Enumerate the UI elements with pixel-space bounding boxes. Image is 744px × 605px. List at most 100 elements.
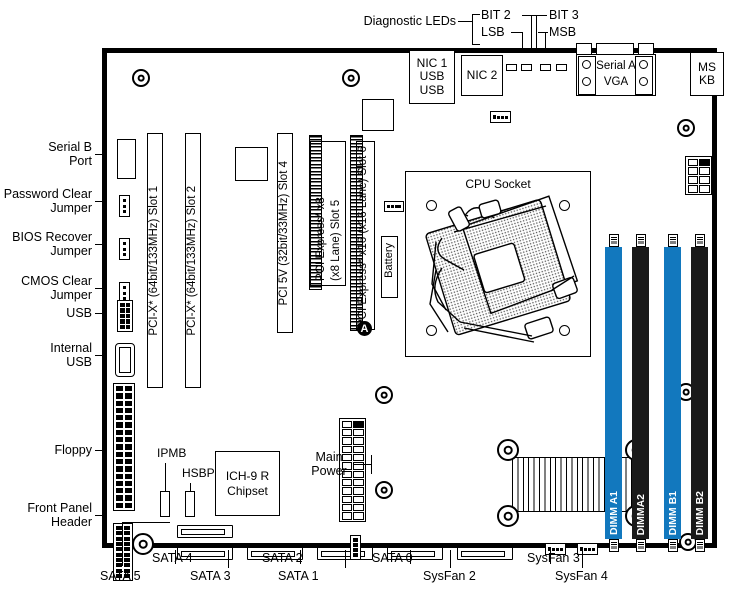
cmos-clear-label: CMOS Clear Jumper [21,274,92,302]
pcix-slot1-label: PCI-X* (64bit/133MHz) Slot 1 [148,185,161,336]
internal-usb-connector[interactable] [115,343,135,377]
leader-sata5-v [122,522,123,566]
leader-msb-h [538,32,548,33]
diagnostic-leds-label: Diagnostic LEDs [363,14,456,28]
pci-slot4-label: PCI 5V (32bit/33MHz) Slot 4 [278,160,291,306]
io-port-serial-a-vga[interactable]: Serial A VGA [576,43,656,96]
dimm-b2[interactable]: DIMM B2 [691,234,708,552]
dimm-a2-label: DIMMA2 [634,493,647,535]
dimm-a1-clip-bottom [608,539,619,552]
dimm-a2-clip-bottom [635,539,646,552]
leader-sata3 [228,550,229,568]
pcix-slot1[interactable]: PCI-X* (64bit/133MHz) Slot 1 [147,133,163,388]
diagnostic-led-bit2 [521,64,532,71]
cpu-socket-area: CPU Socket [405,171,591,357]
msb-label: MSB [549,25,577,39]
leader-diag-1 [458,21,472,22]
io-port-nic2[interactable]: NIC 2 [461,55,503,96]
sata2-label: SATA 2 [262,551,303,565]
password-clear-jumper[interactable] [119,195,130,217]
dimm-a1-clip-top [608,234,619,247]
usb-header[interactable] [117,300,133,332]
leader-sysfan4 [582,550,583,568]
sysfan1-header[interactable] [490,111,511,123]
cpu-socket-graphic [425,195,579,343]
mount-hole-bl [132,533,154,555]
leader-diag-3 [472,14,480,15]
serial-b-port-label: Serial B Port [48,140,92,168]
sata1-label: SATA 1 [278,569,319,583]
bios-recover-jumper[interactable] [119,238,130,260]
cpu-power-connector[interactable] [685,156,712,195]
motherboard-diagram: Diagnostic LEDs BIT 2 LSB BIT 3 MSB Inte… [0,0,744,605]
leader-mainpower-h [353,464,372,465]
leader-sata1 [345,550,346,568]
sysfan3-label: SysFan 3 [527,551,580,565]
kb-label: KB [698,73,715,87]
sysfan4-label: SysFan 4 [555,569,608,583]
cpufan1-header[interactable] [384,201,404,212]
nic2-label: NIC 2 [466,67,498,82]
bit2-label: BIT 2 [481,8,511,22]
pcie-slot5-outline [310,141,346,286]
floppy-label: Floppy [54,443,92,457]
diagnostic-led-bit3 [540,64,551,71]
leader-diag-4 [472,44,480,45]
dimm-b2-clip-top [694,234,705,247]
sata-5-connector[interactable] [177,525,233,538]
hsbp-header[interactable] [185,491,195,517]
nic1-label: NIC 1 [416,55,448,70]
dimm-b1-clip-bottom [667,539,678,552]
leader-lsb-h [511,32,522,33]
leader-bit3-h [531,15,547,16]
diagnostic-led-msb [556,64,567,71]
serial-a-label: Serial A [596,60,636,72]
ipmb-header[interactable] [160,491,170,517]
io-port-ms-kb[interactable]: MS KB [690,52,724,96]
usb-label-2: USB [419,82,445,97]
pcie-slot6-label: PCI Express* x16 (x16 Lane) Slot 6 [357,146,369,327]
sata3-label: SATA 3 [190,569,231,583]
pci-slot4[interactable]: PCI 5V (32bit/33MHz) Slot 4 [277,133,293,333]
ms-label: MS [698,59,716,74]
dimm-b1-clip-top [667,234,678,247]
main-power-label: Main Power [311,450,347,478]
a-marker: A [357,321,372,336]
dimm-a2-clip-top [635,234,646,247]
dimm-a2[interactable]: DIMMA2 [632,234,649,552]
sata-0-connector[interactable] [457,547,513,560]
leader-sata5-h [122,522,170,523]
mount-hole-cm2 [375,481,393,499]
sata0-label: SATA 0 [372,551,413,565]
leader-ipmb [165,463,166,491]
intel-82566-nic-controller-chip [362,99,394,131]
cpu-mount-hole-tl [497,439,519,461]
intel-82541-nic-chip [235,147,268,181]
ich9r-line1: ICH-9 R [225,468,270,483]
mount-hole-tm [342,69,360,87]
mount-hole-tr [677,119,695,137]
mount-hole-cm [375,386,393,404]
dimm-b1-label: DIMM B1 [666,490,679,535]
pcix-slot2[interactable]: PCI-X* (64bit/133MHz) Slot 2 [185,133,201,388]
sata5-label: SATA 5 [100,569,141,583]
dimm-b2-label: DIMM B2 [693,490,706,535]
bit3-label: BIT 3 [549,8,579,22]
dimm-b2-clip-bottom [694,539,705,552]
ich9r-chipset: ICH-9 R Chipset [215,451,280,516]
diagnostic-led-lsb [506,64,517,71]
leader-mainpower-v [371,455,372,474]
dimm-a1-label: DIMM A1 [607,491,620,535]
dimm-b1[interactable]: DIMM B1 [664,234,681,552]
serial-b-port-connector[interactable] [117,139,136,179]
hsbp-label: HSBP [182,466,215,480]
lsb-label: LSB [481,25,505,39]
sysfan4-header[interactable] [577,543,598,555]
cpu-mount-hole-bl [497,505,519,527]
dimm-a1[interactable]: DIMM A1 [605,234,622,552]
sysfan2-label: SysFan 2 [423,569,476,583]
io-port-nic1-usb-usb[interactable]: NIC 1 USB USB [409,50,455,104]
sysfan2-header[interactable] [350,535,361,560]
floppy-connector[interactable] [113,383,135,511]
front-panel-header-label: Front Panel Header [27,501,92,529]
